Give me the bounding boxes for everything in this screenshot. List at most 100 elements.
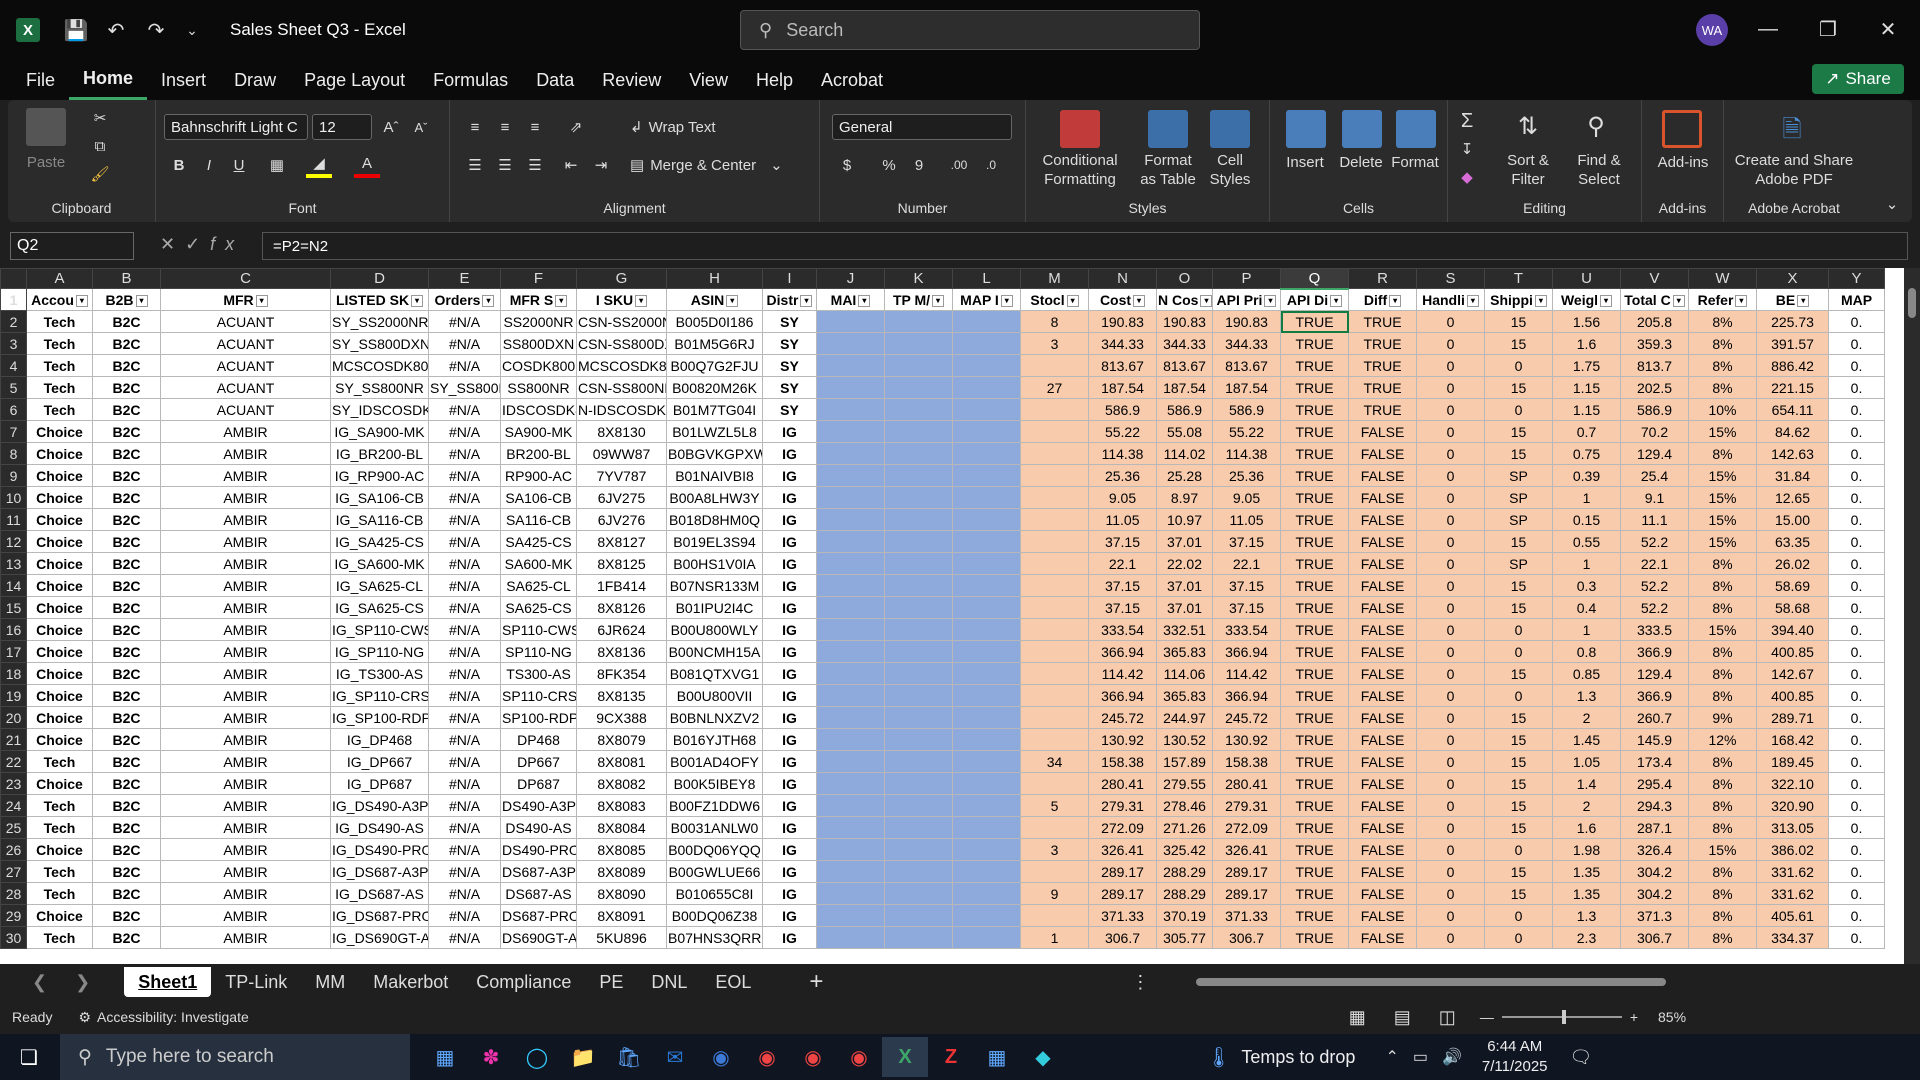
cell[interactable]: 15 bbox=[1484, 442, 1553, 465]
cell[interactable]: 0 bbox=[1484, 684, 1553, 707]
cell[interactable]: AMBIR bbox=[160, 684, 331, 707]
cell[interactable]: IG_DS687-A3P bbox=[330, 860, 429, 883]
cell[interactable]: FALSE bbox=[1348, 838, 1417, 861]
cell[interactable] bbox=[952, 376, 1021, 399]
cell[interactable]: 157.89 bbox=[1156, 750, 1213, 773]
cell[interactable]: TRUE bbox=[1348, 354, 1417, 377]
cell[interactable]: 1.15 bbox=[1552, 398, 1621, 421]
cell[interactable]: 8X8136 bbox=[576, 640, 667, 663]
cell[interactable]: 15% bbox=[1688, 420, 1757, 443]
table-header-cell[interactable]: LISTED SK ▾ bbox=[330, 288, 429, 311]
tab-page-layout[interactable]: Page Layout bbox=[290, 60, 419, 100]
cell[interactable]: 8X8127 bbox=[576, 530, 667, 553]
cell[interactable]: 0 bbox=[1416, 332, 1485, 355]
italic-icon[interactable]: I bbox=[196, 152, 222, 178]
cell[interactable]: B2C bbox=[92, 530, 161, 553]
cell[interactable]: 366.9 bbox=[1620, 684, 1689, 707]
cell[interactable]: 0.8 bbox=[1552, 640, 1621, 663]
cell[interactable]: 3 bbox=[1020, 838, 1089, 861]
cell[interactable]: 813.67 bbox=[1212, 354, 1281, 377]
cell[interactable]: B2C bbox=[92, 882, 161, 905]
cell[interactable]: DP667 bbox=[500, 750, 577, 773]
cell[interactable]: 114.42 bbox=[1212, 662, 1281, 685]
cell[interactable] bbox=[884, 750, 953, 773]
row-header[interactable]: 22 bbox=[0, 750, 27, 773]
cell[interactable]: 813.7 bbox=[1620, 354, 1689, 377]
row-header[interactable]: 10 bbox=[0, 486, 27, 509]
tab-mm[interactable]: MM bbox=[301, 967, 359, 997]
cell[interactable] bbox=[952, 926, 1021, 949]
cell[interactable]: 0. bbox=[1828, 530, 1885, 553]
cell[interactable]: AMBIR bbox=[160, 706, 331, 729]
weather-text[interactable]: Temps to drop bbox=[1241, 1047, 1355, 1068]
cell[interactable]: FALSE bbox=[1348, 816, 1417, 839]
table-header-cell[interactable]: MFR S ▾ bbox=[500, 288, 577, 311]
filter-dropdown-icon[interactable]: ▾ bbox=[1330, 295, 1343, 308]
row-header[interactable]: 5 bbox=[0, 376, 27, 399]
cell[interactable]: 1.35 bbox=[1552, 882, 1621, 905]
cell[interactable]: 58.68 bbox=[1756, 596, 1829, 619]
cell[interactable]: IG_SA625-CS bbox=[330, 596, 429, 619]
table-header-cell[interactable]: Orders ▾ bbox=[428, 288, 501, 311]
cell[interactable]: 344.33 bbox=[1156, 332, 1213, 355]
cell[interactable]: 245.72 bbox=[1088, 706, 1157, 729]
column-header[interactable]: S bbox=[1416, 268, 1485, 289]
cell[interactable]: 15 bbox=[1484, 662, 1553, 685]
cell[interactable]: SS2000NR bbox=[500, 310, 577, 333]
cell[interactable]: 9CX388 bbox=[576, 706, 667, 729]
cell[interactable]: 0. bbox=[1828, 882, 1885, 905]
cell[interactable]: 8X8081 bbox=[576, 750, 667, 773]
cell[interactable]: AMBIR bbox=[160, 926, 331, 949]
cell[interactable]: B00K5IBEY8 bbox=[666, 772, 763, 795]
store-icon[interactable]: 🛍 bbox=[606, 1037, 652, 1077]
cell[interactable]: FALSE bbox=[1348, 728, 1417, 751]
cell[interactable] bbox=[816, 530, 885, 553]
filter-dropdown-icon[interactable]: ▾ bbox=[1264, 294, 1277, 307]
cell[interactable]: 0 bbox=[1484, 926, 1553, 949]
sort-filter-button[interactable]: Sort & Filter bbox=[1496, 150, 1560, 190]
table-header-cell[interactable]: MAI ▾ bbox=[816, 288, 885, 311]
cell[interactable]: 114.42 bbox=[1088, 662, 1157, 685]
cut-icon[interactable]: ✂ bbox=[88, 106, 112, 130]
cell[interactable] bbox=[816, 376, 885, 399]
cell[interactable]: 366.94 bbox=[1212, 684, 1281, 707]
cell[interactable]: DS687-AS bbox=[500, 882, 577, 905]
cell[interactable]: TS300-AS bbox=[500, 662, 577, 685]
share-button[interactable]: ↗ Share bbox=[1812, 64, 1904, 94]
cell[interactable]: IG bbox=[762, 904, 817, 927]
cell[interactable]: AMBIR bbox=[160, 464, 331, 487]
cell[interactable]: 365.83 bbox=[1156, 684, 1213, 707]
cell[interactable]: 0 bbox=[1416, 728, 1485, 751]
cell[interactable]: 0 bbox=[1416, 310, 1485, 333]
insert-cells-button[interactable]: Insert bbox=[1276, 150, 1334, 174]
cell[interactable]: 8% bbox=[1688, 376, 1757, 399]
column-header[interactable]: E bbox=[428, 268, 501, 289]
cell[interactable] bbox=[816, 838, 885, 861]
cell[interactable]: 37.01 bbox=[1156, 574, 1213, 597]
cell[interactable]: 0 bbox=[1416, 508, 1485, 531]
horizontal-scrollbar[interactable] bbox=[1180, 975, 1900, 989]
cell[interactable] bbox=[816, 706, 885, 729]
cell[interactable]: IG_DS490-A3P bbox=[330, 794, 429, 817]
cell[interactable]: B019EL3S94 bbox=[666, 530, 763, 553]
cell[interactable]: 1 bbox=[1552, 618, 1621, 641]
cell[interactable]: #N/A bbox=[428, 684, 501, 707]
cell[interactable]: 0 bbox=[1484, 354, 1553, 377]
cell[interactable]: B010655C8I bbox=[666, 882, 763, 905]
cell[interactable]: #N/A bbox=[428, 332, 501, 355]
cell[interactable] bbox=[1020, 420, 1089, 443]
bold-icon[interactable]: B bbox=[166, 152, 192, 178]
cell[interactable]: 9 bbox=[1020, 882, 1089, 905]
column-header[interactable]: L bbox=[952, 268, 1021, 289]
tab-review[interactable]: Review bbox=[588, 60, 675, 100]
cell[interactable]: 1.75 bbox=[1552, 354, 1621, 377]
cell[interactable]: 333.54 bbox=[1212, 618, 1281, 641]
cell[interactable]: SP110-CRS bbox=[500, 684, 577, 707]
horizontal-scroll-thumb[interactable] bbox=[1196, 978, 1666, 986]
cell[interactable]: AMBIR bbox=[160, 882, 331, 905]
cell[interactable]: B2C bbox=[92, 926, 161, 949]
cell[interactable]: 0. bbox=[1828, 904, 1885, 927]
cell[interactable]: IG bbox=[762, 618, 817, 641]
cell[interactable]: 0 bbox=[1416, 530, 1485, 553]
cell[interactable]: FALSE bbox=[1348, 508, 1417, 531]
